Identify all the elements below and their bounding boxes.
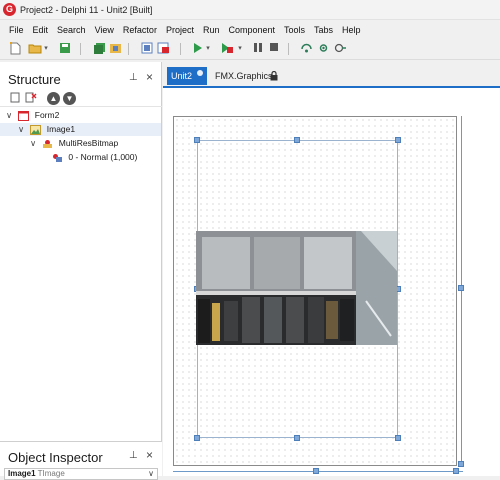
image1-bitmap[interactable] — [196, 231, 397, 345]
resize-handle[interactable] — [313, 468, 319, 474]
chevron-down-icon[interactable]: ∨ — [6, 109, 16, 122]
save-icon[interactable] — [58, 42, 72, 55]
object-selector-dropdown[interactable]: Image1 TImage ∨ — [4, 468, 158, 480]
object-inspector-panel: Object Inspector ⊥ × Image1 TImage ∨ — [0, 441, 162, 480]
pause-icon[interactable] — [251, 42, 265, 55]
resize-handle[interactable] — [194, 435, 200, 441]
open-dropdown-icon[interactable]: ▾ — [42, 42, 50, 55]
horizontal-guide — [163, 468, 463, 474]
chevron-down-icon[interactable]: ∨ — [30, 137, 40, 150]
tab-label: Unit2 — [171, 71, 193, 81]
run-to-cursor-icon[interactable] — [333, 42, 347, 55]
delete-icon[interactable] — [24, 92, 37, 105]
add-file-icon[interactable] — [140, 42, 154, 55]
open-folder-icon[interactable] — [28, 42, 42, 55]
menu-component[interactable]: Component — [228, 25, 275, 35]
lock-icon — [270, 71, 278, 81]
menu-view[interactable]: View — [95, 25, 114, 35]
main-toolbar: ▾ ▾ ▾ — [0, 38, 500, 60]
run-without-debug-dropdown-icon[interactable]: ▾ — [236, 42, 244, 55]
tree-item-label: Form2 — [34, 110, 60, 120]
menu-search[interactable]: Search — [57, 25, 86, 35]
run-dropdown-icon[interactable]: ▾ — [204, 42, 212, 55]
resize-handle[interactable] — [395, 137, 401, 143]
menu-bar: File Edit Search View Refactor Project R… — [0, 21, 500, 38]
chevron-down-icon[interactable]: ∨ — [18, 123, 28, 136]
resize-handle[interactable] — [453, 468, 459, 474]
selected-object-type: TImage — [37, 469, 65, 478]
form-icon — [18, 110, 30, 121]
step-over-icon[interactable] — [299, 42, 313, 55]
move-down-icon[interactable]: ▼ — [63, 92, 76, 105]
tab-fmx-graphics[interactable]: FMX.Graphics — [211, 67, 283, 85]
tree-item-label: Image1 — [46, 124, 76, 134]
resize-handle[interactable] — [194, 137, 200, 143]
stop-icon[interactable] — [267, 42, 281, 55]
tree-item-image1[interactable]: ∨ Image1 — [0, 123, 161, 136]
menu-file[interactable]: File — [9, 25, 24, 35]
tree-item-form2[interactable]: ∨ Form2 — [6, 109, 59, 122]
form2-surface[interactable] — [173, 116, 457, 466]
menu-run[interactable]: Run — [203, 25, 220, 35]
resize-handle[interactable] — [294, 137, 300, 143]
pin-icon[interactable]: ⊥ — [129, 450, 138, 461]
form-designer[interactable] — [163, 86, 500, 476]
vertical-guide — [458, 88, 465, 478]
menu-project[interactable]: Project — [166, 25, 194, 35]
resize-handle[interactable] — [395, 435, 401, 441]
open-project-icon[interactable] — [108, 42, 122, 55]
window-title: Project2 - Delphi 11 - Unit2 [Built] — [20, 5, 153, 15]
tree-item-multiresbitmap[interactable]: ∨ MultiResBitmap — [30, 137, 118, 150]
editor-tabstrip: Unit2 FMX.Graphics — [163, 62, 500, 86]
selected-object-name: Image1 — [8, 469, 36, 478]
title-bar: G Project2 - Delphi 11 - Unit2 [Built] — [0, 0, 500, 20]
menu-tabs[interactable]: Tabs — [314, 25, 333, 35]
structure-panel: Structure ⊥ × ▲ ▼ ∨ Form2 ∨ Image1 ∨ Mul… — [0, 62, 162, 476]
run-without-debug-icon[interactable] — [220, 42, 234, 55]
close-icon[interactable]: × — [146, 448, 153, 462]
object-inspector-title: Object Inspector — [8, 450, 103, 465]
tab-label: FMX.Graphics — [215, 71, 273, 81]
tree-item-bitmap-normal[interactable]: 0 - Normal (1,000) — [52, 151, 137, 164]
bitmap-item-icon — [52, 153, 64, 163]
remove-file-icon[interactable] — [156, 42, 170, 55]
delphi-app-icon[interactable]: G — [3, 3, 16, 16]
multiresbitmap-icon — [42, 139, 54, 149]
copy-icon[interactable] — [9, 92, 22, 105]
move-up-icon[interactable]: ▲ — [47, 92, 60, 105]
structure-toolbar: ▲ ▼ — [0, 90, 162, 107]
resize-handle[interactable] — [458, 461, 464, 467]
image-component-icon — [30, 124, 42, 135]
new-file-icon[interactable] — [8, 42, 22, 55]
close-icon[interactable]: × — [146, 70, 153, 84]
modified-indicator-icon — [197, 70, 203, 76]
structure-panel-title: Structure — [8, 72, 61, 87]
menu-edit[interactable]: Edit — [33, 25, 49, 35]
pin-icon[interactable]: ⊥ — [129, 72, 138, 83]
menu-tools[interactable]: Tools — [284, 25, 305, 35]
chevron-down-icon[interactable]: ∨ — [148, 469, 154, 479]
save-all-icon[interactable] — [92, 42, 106, 55]
resize-handle[interactable] — [458, 285, 464, 291]
tree-item-label: 0 - Normal (1,000) — [68, 152, 138, 162]
menu-refactor[interactable]: Refactor — [123, 25, 157, 35]
tree-item-label: MultiResBitmap — [58, 138, 119, 148]
run-icon[interactable] — [191, 42, 205, 55]
resize-handle[interactable] — [294, 435, 300, 441]
menu-help[interactable]: Help — [342, 25, 361, 35]
trace-into-icon[interactable] — [316, 42, 330, 55]
